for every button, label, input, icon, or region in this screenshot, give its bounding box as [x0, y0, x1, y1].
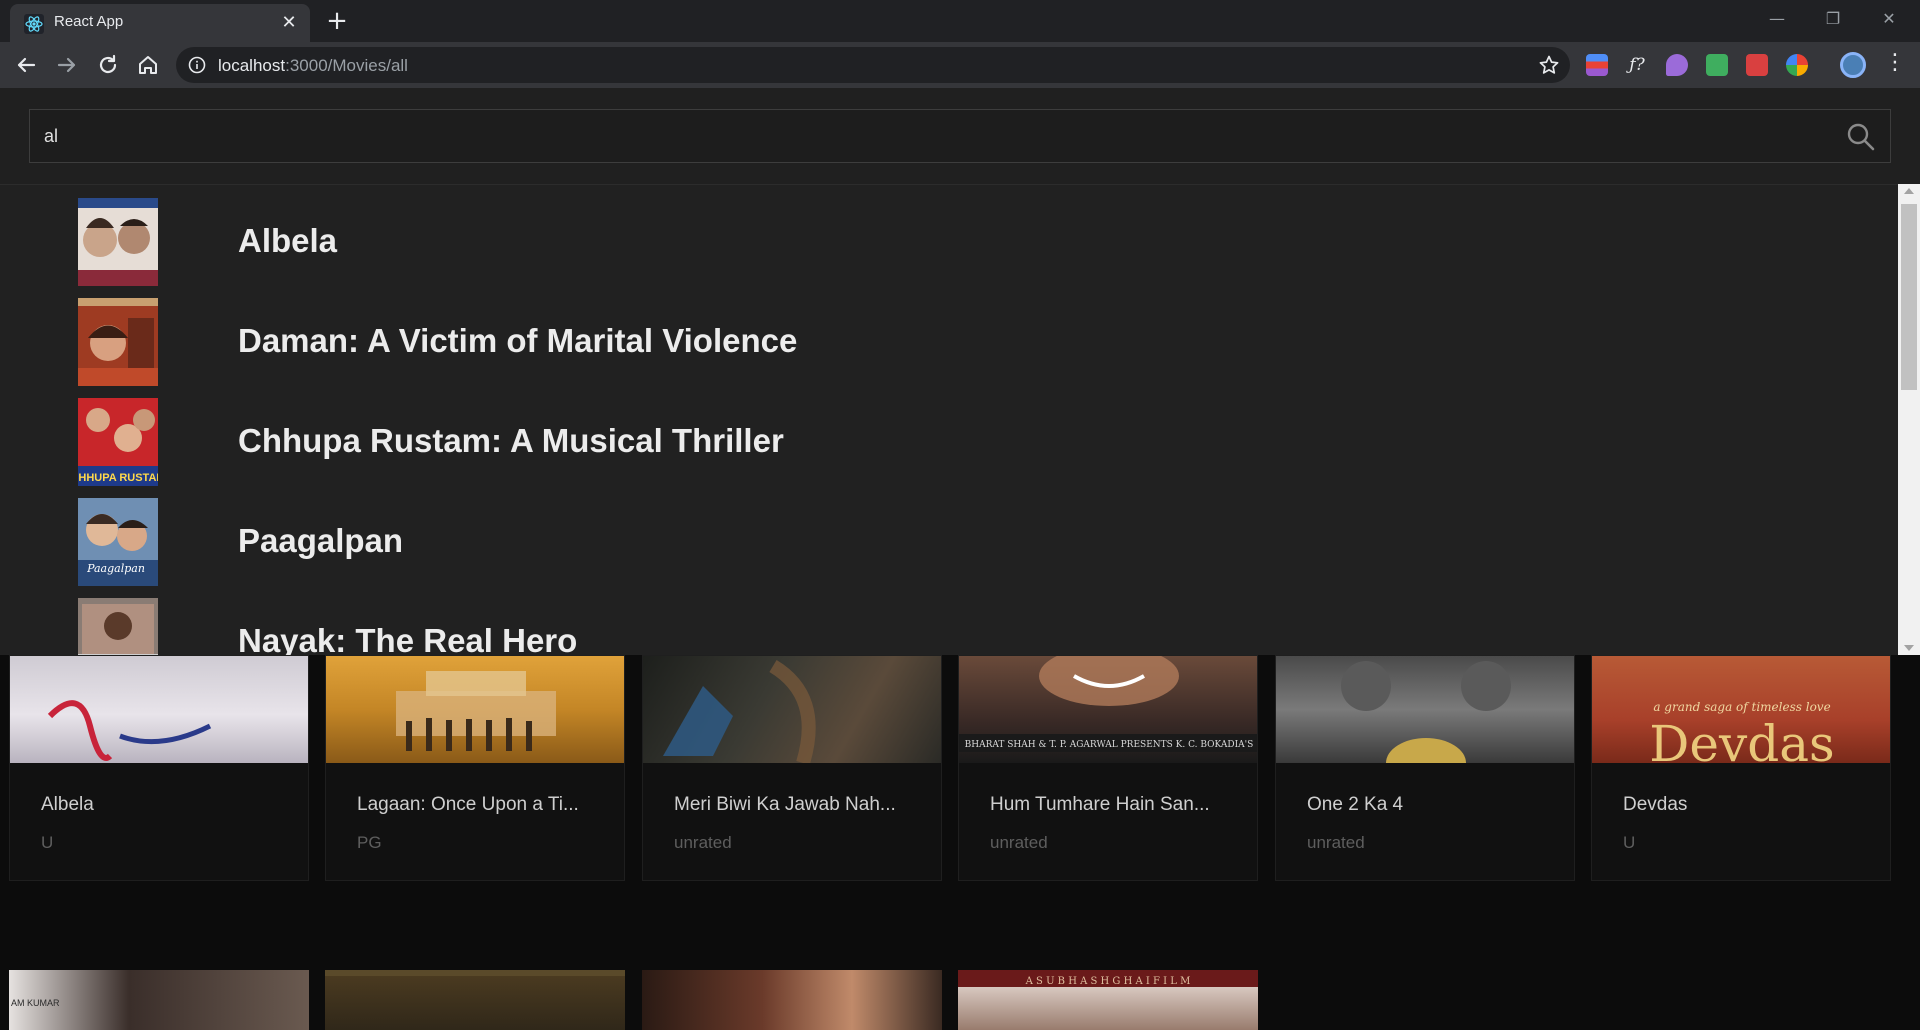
info-icon[interactable]: [188, 56, 206, 74]
result-title: Daman: A Victim of Marital Violence: [238, 322, 798, 359]
result-thumbnail: [78, 598, 158, 655]
scroll-down-arrow-icon[interactable]: [1904, 645, 1914, 651]
poster-title-text: Devdas: [1649, 715, 1834, 763]
poster-credit-text: A S U B H A S H G H A I F I L M: [1025, 976, 1191, 987]
reload-icon[interactable]: [94, 51, 122, 79]
movie-title: Lagaan: Once Upon a Ti...: [357, 794, 579, 815]
tab-title: React App: [54, 13, 124, 30]
search-result-item[interactable]: Albela: [78, 198, 1778, 286]
movie-rating: unrated: [1307, 833, 1365, 852]
home-icon[interactable]: [134, 51, 162, 79]
result-thumbnail: [78, 298, 158, 386]
address-bar[interactable]: localhost:3000/Movies/all: [176, 47, 1570, 83]
extension-icon-formula[interactable]: ƒ?: [1626, 54, 1648, 76]
result-title: Nayak: The Real Hero: [238, 622, 578, 655]
svg-text:Paagalpan: Paagalpan: [86, 562, 145, 575]
kebab-menu-icon[interactable]: ⋮: [1884, 52, 1906, 78]
movie-title: Devdas: [1623, 794, 1688, 815]
movie-poster: [643, 656, 941, 765]
movie-title: Hum Tumhare Hain San...: [990, 794, 1210, 815]
forward-arrow-icon[interactable]: [53, 51, 81, 79]
scroll-up-arrow-icon[interactable]: [1904, 188, 1914, 194]
restore-icon[interactable]: ❐: [1813, 6, 1853, 32]
poster-credit-text: BHARAT SHAH & T. P. AGARWAL PRESENTS K. …: [965, 740, 1254, 750]
extension-icon-red[interactable]: [1746, 54, 1768, 76]
search-results-dropdown: Albela Daman: A Victim of Marital Violen…: [0, 184, 1898, 655]
result-title: Albela: [238, 222, 338, 259]
result-thumbnail: [78, 198, 158, 286]
poster-art: [396, 671, 556, 751]
poster-art: A S U B H A S H G H A I F I L M: [1025, 976, 1191, 987]
poster-tagline-text: a grand saga of timeless love: [1653, 700, 1830, 714]
result-title: Chhupa Rustam: A Musical Thriller: [238, 422, 784, 459]
poster-art: [663, 659, 816, 765]
movie-card[interactable]: BHARAT SHAH & T. P. AGARWAL PRESENTS K. …: [958, 655, 1258, 881]
search-result-item[interactable]: CHHUPA RUSTAM Chhupa Rustam: A Musical T…: [78, 398, 1778, 486]
react-favicon: [24, 14, 44, 34]
svg-text:CHHUPA RUSTAM: CHHUPA RUSTAM: [78, 472, 158, 484]
movie-card[interactable]: A S U B H A S H G H A I F I L M: [958, 970, 1258, 1030]
search-result-item[interactable]: Paagalpan Paagalpan: [78, 498, 1778, 586]
poster-art: [47, 700, 212, 761]
movie-poster: [10, 656, 308, 763]
poster-art: BHARAT SHAH & T. P. AGARWAL PRESENTS K. …: [959, 656, 1257, 752]
minimize-icon[interactable]: —: [1757, 6, 1797, 32]
search-icon[interactable]: [1846, 122, 1876, 152]
profile-avatar[interactable]: [1840, 52, 1866, 78]
movie-card[interactable]: Albela U: [9, 655, 309, 881]
poster-art: [1341, 661, 1511, 788]
movie-poster: a grand saga of timeless love Devdas: [1592, 656, 1890, 773]
search-input[interactable]: [44, 110, 1824, 162]
result-thumbnail: Paagalpan: [78, 498, 158, 586]
movie-rating: unrated: [990, 833, 1048, 852]
back-arrow-icon[interactable]: [12, 51, 40, 79]
app-header: [0, 88, 1920, 184]
movie-title: One 2 Ka 4: [1307, 794, 1404, 815]
extension-icon-purple[interactable]: [1666, 54, 1688, 76]
extension-icon-color[interactable]: [1786, 54, 1808, 76]
movie-poster: BHARAT SHAH & T. P. AGARWAL PRESENTS K. …: [959, 656, 1257, 763]
movie-rating: unrated: [674, 833, 732, 852]
movie-rating: PG: [357, 833, 382, 852]
poster-credit-text: AM KUMAR: [11, 998, 60, 1008]
movie-card[interactable]: One 2 Ka 4 unrated: [1275, 655, 1575, 881]
movie-card[interactable]: Meri Biwi Ka Jawab Nah... unrated: [642, 655, 942, 881]
close-window-icon[interactable]: ✕: [1869, 6, 1909, 32]
url-path: :3000/Movies/all: [285, 56, 408, 75]
movie-card[interactable]: [325, 970, 625, 1030]
movie-title: Albela: [41, 794, 94, 815]
dropdown-scrollbar[interactable]: [1898, 184, 1920, 655]
extension-icon-stack[interactable]: [1586, 54, 1608, 76]
poster-art: AM KUMAR: [11, 998, 60, 1008]
poster-art: a grand saga of timeless love Devdas: [1649, 700, 1834, 773]
url-text: localhost:3000/Movies/all: [218, 56, 408, 76]
search-result-item[interactable]: Nayak: The Real Hero: [78, 598, 1778, 655]
movie-poster: [1276, 656, 1574, 788]
scrollbar-thumb[interactable]: [1901, 204, 1917, 390]
browser-tab[interactable]: React App ✕: [10, 4, 310, 42]
movie-poster: [326, 656, 624, 763]
search-result-item[interactable]: Daman: A Victim of Marital Violence: [78, 298, 1778, 386]
result-thumbnail: CHHUPA RUSTAM: [78, 398, 158, 486]
movie-card[interactable]: Lagaan: Once Upon a Ti... PG: [325, 655, 625, 881]
search-bar: [29, 109, 1891, 163]
movie-card[interactable]: a grand saga of timeless love Devdas Dev…: [1591, 655, 1891, 881]
star-icon[interactable]: [1538, 54, 1560, 76]
movie-rating: U: [1623, 833, 1636, 852]
movie-card[interactable]: [642, 970, 942, 1030]
browser-tab-strip: React App ✕ + — ❐ ✕: [0, 0, 1920, 42]
movie-rating: U: [41, 833, 54, 852]
browser-toolbar: localhost:3000/Movies/all ƒ? ⋮: [0, 42, 1920, 88]
movie-card[interactable]: AM KUMAR: [9, 970, 309, 1030]
extension-icon-green[interactable]: [1706, 54, 1728, 76]
movie-title: Meri Biwi Ka Jawab Nah...: [674, 794, 896, 815]
result-title: Paagalpan: [238, 522, 404, 559]
close-icon[interactable]: ✕: [280, 14, 298, 32]
plus-icon[interactable]: +: [324, 8, 350, 35]
url-host: localhost: [218, 56, 286, 75]
app-root: React App ✕ + — ❐ ✕ localhost:3000/Movie…: [0, 0, 1920, 1030]
